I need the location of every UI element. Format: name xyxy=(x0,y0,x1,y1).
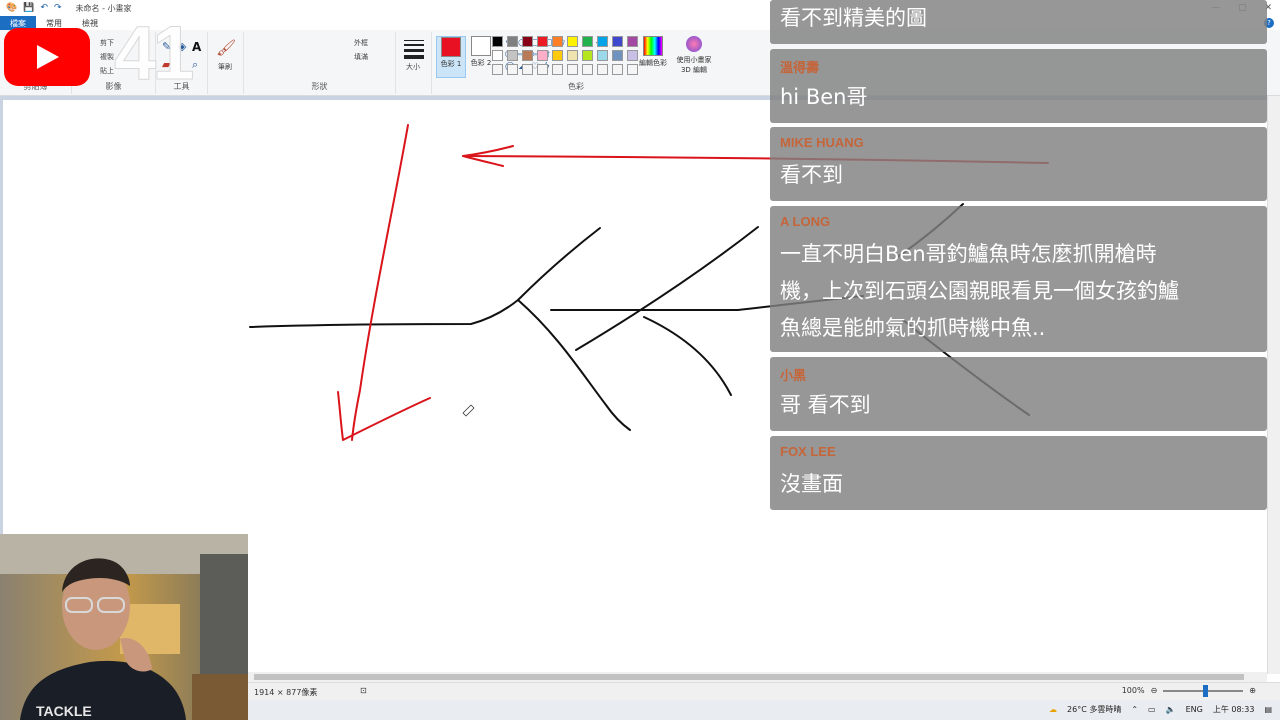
network-icon[interactable]: ▭ xyxy=(1148,705,1156,714)
cut-button[interactable]: 剪下 xyxy=(100,38,114,48)
zoom-slider-knob[interactable] xyxy=(1203,684,1209,697)
sketch-stroke-main-line xyxy=(249,299,519,328)
line-size-icon[interactable] xyxy=(404,40,424,59)
tray-chevron-icon[interactable]: ⌃ xyxy=(1131,705,1138,714)
chat-author: A LONG xyxy=(780,214,831,229)
chat-message-line: 機，上次到石頭公園親眼看見一個女孩釣鱸 xyxy=(780,279,1179,303)
zoom-control: 100% ⊖ ⊕ xyxy=(1121,684,1256,697)
paint-app: 🎨 💾 ↶ ↷ 未命名 - 小畫家 — ▢ ✕ 檔案 常用 檢視 剪貼簿 剪下 … xyxy=(0,0,1280,720)
undo-icon[interactable]: ↶ xyxy=(40,3,48,13)
chat-message: 看不到精美的圖 xyxy=(770,0,1267,44)
brush-icon[interactable]: 🖌 xyxy=(216,38,236,57)
chat-message: A LONG 一直不明白Ben哥釣鱸魚時怎麼抓開槍時 機，上次到石頭公園親眼看見… xyxy=(770,206,1267,352)
chat-author: FOX LEE xyxy=(780,444,836,459)
sketch-stroke-second-chevron-lower xyxy=(643,316,732,396)
paste-button[interactable]: 貼上 xyxy=(100,66,114,76)
save-icon[interactable]: 💾 xyxy=(23,3,34,13)
zoom-in-icon[interactable]: ⊕ xyxy=(1249,686,1256,695)
sketch-stroke-upper-spine xyxy=(517,227,601,301)
shapes-group-label: 形狀 xyxy=(311,82,328,91)
sketch-stroke-red-arrowhead xyxy=(337,391,431,441)
chat-message: MIKE HUANG 看不到 xyxy=(770,127,1267,201)
chat-message-text: 哥 看不到 xyxy=(780,393,871,417)
webcam-feed: TACKLE xyxy=(0,534,248,720)
brushes-label: 筆刷 xyxy=(218,63,232,71)
shirt-logo: TACKLE xyxy=(36,703,92,719)
copy-button[interactable]: 複製 xyxy=(100,52,114,62)
play-icon xyxy=(37,45,59,69)
chat-message: FOX LEE 沒畫面 xyxy=(770,436,1267,510)
weather-text[interactable]: 26°C 多雲時晴 xyxy=(1067,704,1121,715)
status-bar: 1914 × 877像素 ⊡ 100% ⊖ ⊕ xyxy=(248,682,1280,700)
sketch-stroke-lower-spine xyxy=(517,299,631,431)
taskbar: ☁ 26°C 多雲時晴 ⌃ ▭ 🔈 ENG 上午 08:33 ▤ xyxy=(248,700,1280,720)
chat-message-text: 看不到精美的圖 xyxy=(780,6,927,30)
canvas-dimensions: 1914 × 877像素 xyxy=(254,688,318,697)
horizontal-scrollbar[interactable] xyxy=(248,672,1267,682)
color1-button[interactable]: 色彩 1 xyxy=(436,36,466,78)
magnifier-icon[interactable]: ⌕ xyxy=(192,58,198,72)
fill-dropdown[interactable]: 填滿 xyxy=(354,52,368,62)
color1-label: 色彩 1 xyxy=(440,60,462,68)
chat-message-text: 沒畫面 xyxy=(780,472,843,496)
brushes-group: 🖌 筆刷 xyxy=(208,32,244,94)
clock[interactable]: 上午 08:33 xyxy=(1213,704,1255,715)
notifications-icon[interactable]: ▤ xyxy=(1264,705,1272,714)
text-tool-icon[interactable]: A xyxy=(192,40,201,54)
paint3d-button[interactable]: 使用小畫家 3D 編輯 xyxy=(672,36,716,78)
quick-access-toolbar: 🎨 💾 ↶ ↷ xyxy=(6,3,62,13)
zoom-out-icon[interactable]: ⊖ xyxy=(1151,686,1158,695)
weather-icon[interactable]: ☁ xyxy=(1049,705,1057,714)
chat-message-line: 魚總是能帥氣的抓時機中魚.. xyxy=(780,316,1046,340)
shapes-group: ╲∿○□▢⬠△◺◇ ⬠⬡⇨⇦⇧⇩✦☆✡ ▭◯☁♡ϟ 外框 填滿 形狀 xyxy=(244,32,604,94)
zoom-slider[interactable] xyxy=(1163,684,1244,697)
size-label: 大小 xyxy=(406,63,420,71)
input-language[interactable]: ENG xyxy=(1186,705,1203,714)
color1-swatch xyxy=(441,37,461,57)
chat-message-line: 一直不明白Ben哥釣鱸魚時怎麼抓開槍時 xyxy=(780,242,1157,266)
paint3d-icon xyxy=(686,36,702,52)
colors-group: 色彩 xyxy=(480,32,672,94)
chat-message: 小黑 哥 看不到 xyxy=(770,357,1267,431)
paint3d-label: 使用小畫家 3D 編輯 xyxy=(676,56,712,74)
chat-author: 小黑 xyxy=(780,368,807,383)
system-tray: ☁ 26°C 多雲時晴 ⌃ ▭ 🔈 ENG 上午 08:33 ▤ xyxy=(1049,704,1272,715)
selection-size-icon: ⊡ xyxy=(360,686,367,695)
sketch-stroke-second-chevron-upper xyxy=(575,226,759,351)
chat-author: 溫得壽 xyxy=(780,60,820,75)
chat-message-text: hi Ben哥 xyxy=(780,85,868,109)
webcam-image: TACKLE xyxy=(0,534,248,720)
live-chat-overlay: 看不到精美的圖 溫得壽 hi Ben哥 MIKE HUANG 看不到 A LON… xyxy=(770,0,1267,510)
chat-message: 溫得壽 hi Ben哥 xyxy=(770,49,1267,123)
chat-message-text: 看不到 xyxy=(780,163,843,187)
youtube-logo xyxy=(4,28,90,86)
episode-number: 41 xyxy=(114,11,196,97)
zoom-level: 100% xyxy=(1121,686,1145,695)
redo-icon[interactable]: ↷ xyxy=(54,3,62,13)
outline-dropdown[interactable]: 外框 xyxy=(354,38,368,48)
size-group: 大小 xyxy=(396,32,432,94)
sketch-stroke-red-vertical xyxy=(351,124,409,441)
paint-logo-icon: 🎨 xyxy=(6,3,18,13)
vertical-scrollbar[interactable] xyxy=(1267,96,1280,674)
chat-author: MIKE HUANG xyxy=(780,135,864,150)
horizontal-scroll-thumb[interactable] xyxy=(254,674,1244,680)
pencil-cursor-icon xyxy=(462,404,475,417)
colors-group-label: 色彩 xyxy=(568,82,584,91)
volume-icon[interactable]: 🔈 xyxy=(1166,705,1176,714)
